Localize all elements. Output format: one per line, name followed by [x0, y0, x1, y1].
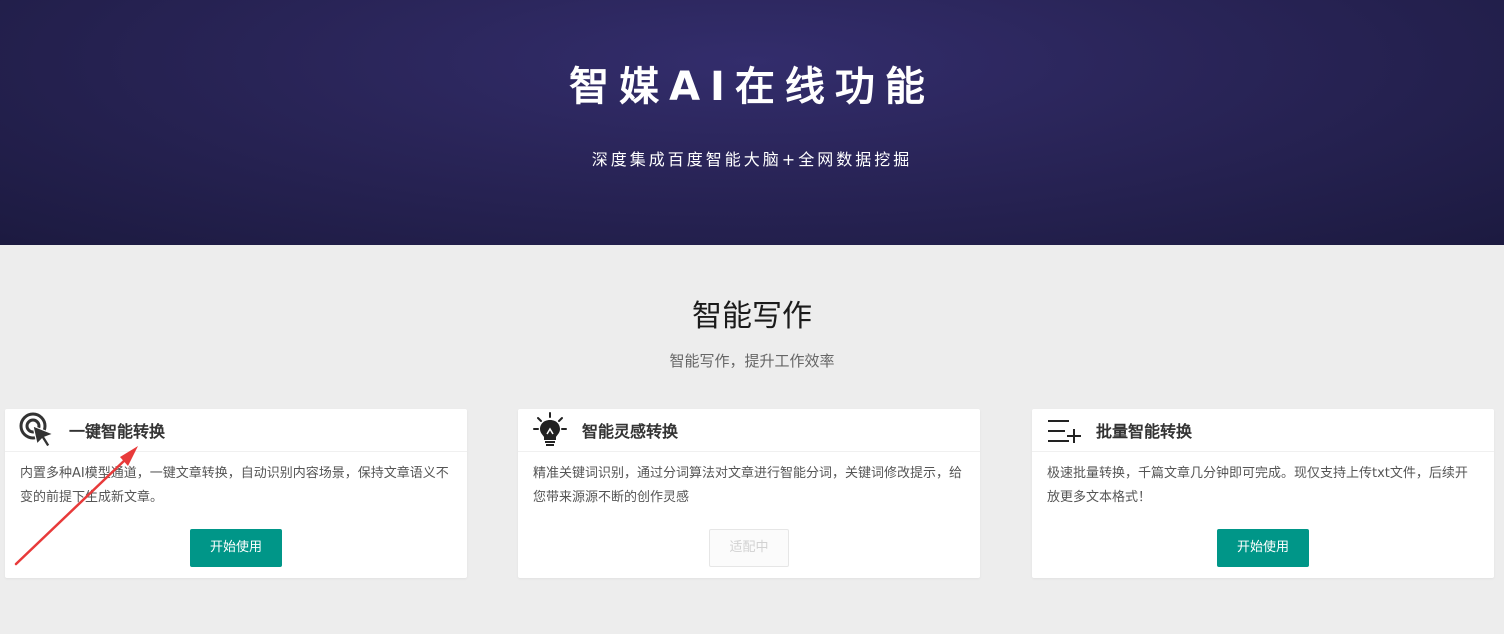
feature-card-inspiration: 智能灵感转换 精准关键词识别，通过分词算法对文章进行智能分词，关键词修改提示，给…: [518, 409, 980, 578]
start-using-button[interactable]: 开始使用: [1217, 529, 1309, 567]
lightbulb-icon: [532, 411, 570, 449]
hero-subtitle: 深度集成百度智能大脑+全网数据挖掘: [591, 150, 913, 169]
card-title: 批量智能转换: [1096, 422, 1193, 441]
card-title: 智能灵感转换: [582, 422, 679, 441]
card-description: 极速批量转换，千篇文章几分钟即可完成。现仅支持上传txt文件，后续开放更多文本格…: [1047, 466, 1468, 505]
card-description: 内置多种AI模型通道，一键文章转换，自动识别内容场景，保持文章语义不变的前提下生…: [20, 466, 449, 505]
feature-card-one-click: 一键智能转换 内置多种AI模型通道，一键文章转换，自动识别内容场景，保持文章语义…: [5, 409, 467, 578]
card-header: 批量智能转换: [1032, 409, 1494, 452]
start-using-button[interactable]: 开始使用: [190, 529, 282, 567]
hero-banner: 智媒AI在线功能 深度集成百度智能大脑+全网数据挖掘: [0, 0, 1504, 245]
feature-card-batch: 批量智能转换 极速批量转换，千篇文章几分钟即可完成。现仅支持上传txt文件，后续…: [1032, 409, 1494, 578]
card-header: 一键智能转换: [5, 409, 467, 452]
card-description: 精准关键词识别，通过分词算法对文章进行智能分词，关键词修改提示，给您带来源源不断…: [533, 466, 963, 505]
hero-title: 智媒AI在线功能: [569, 64, 935, 110]
card-title: 一键智能转换: [69, 422, 166, 441]
adapting-button[interactable]: 适配中: [709, 529, 789, 567]
list-add-icon: [1046, 411, 1084, 449]
cursor-target-icon: [19, 411, 57, 449]
section-title: 智能写作: [692, 299, 812, 334]
section-subtitle: 智能写作，提升工作效率: [669, 352, 835, 370]
card-header: 智能灵感转换: [518, 409, 980, 452]
